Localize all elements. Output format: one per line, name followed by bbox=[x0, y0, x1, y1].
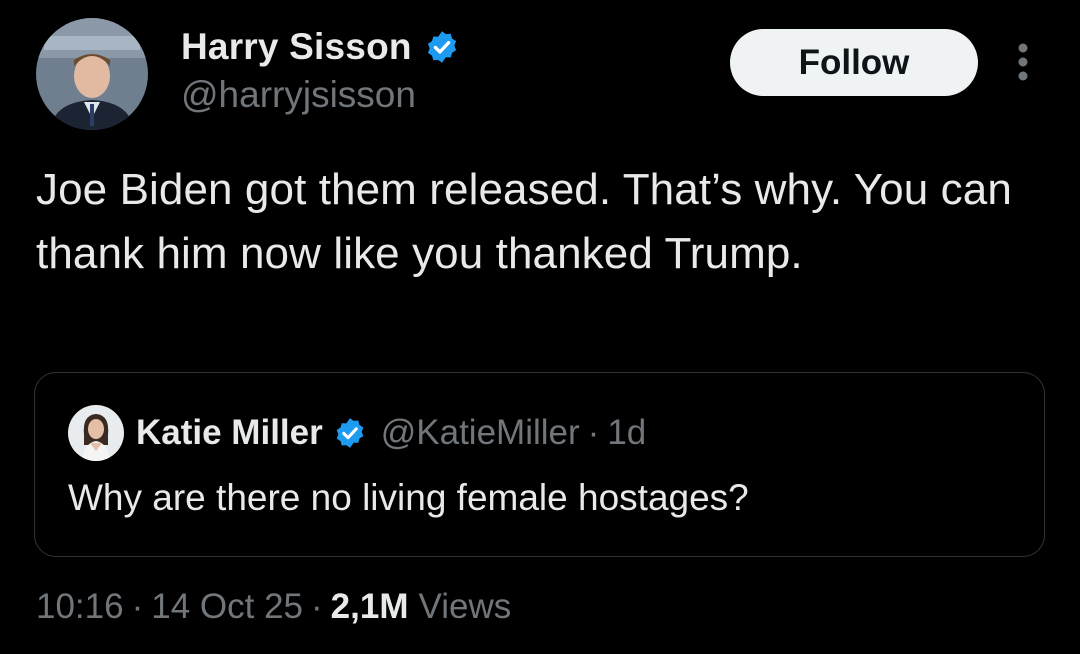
quoted-author-avatar bbox=[68, 405, 124, 461]
person-photo-avatar bbox=[68, 405, 124, 461]
tweet-text: Joe Biden got them released. That’s why.… bbox=[36, 165, 1012, 278]
quoted-tweet-header: Katie Miller @KatieMiller · 1d bbox=[68, 403, 646, 463]
views-count[interactable]: 2,1M bbox=[331, 587, 409, 627]
more-options-button[interactable] bbox=[1006, 38, 1040, 86]
author-handle[interactable]: @harryjsisson bbox=[181, 74, 416, 116]
follow-button[interactable]: Follow bbox=[730, 29, 978, 96]
quoted-author-handle[interactable]: @KatieMiller bbox=[381, 413, 580, 453]
person-photo-avatar bbox=[36, 18, 148, 130]
vertical-ellipsis-icon bbox=[1018, 43, 1028, 81]
views-label[interactable]: Views bbox=[418, 587, 511, 627]
tweet-meta-row: 10:16 · 14 Oct 25 · 2,1M Views bbox=[36, 582, 511, 632]
quoted-tweet-card[interactable]: Katie Miller @KatieMiller · 1d Why are t… bbox=[34, 372, 1045, 557]
meta-separator: · bbox=[131, 587, 144, 626]
quoted-tweet-text: Why are there no living female hostages? bbox=[68, 477, 749, 518]
author-display-name[interactable]: Harry Sisson bbox=[181, 26, 412, 68]
tweet-time[interactable]: 10:16 bbox=[36, 587, 124, 627]
author-name-row: Harry Sisson bbox=[181, 24, 460, 70]
quoted-tweet-time[interactable]: 1d bbox=[607, 413, 646, 453]
quoted-author-display-name[interactable]: Katie Miller bbox=[136, 413, 323, 453]
quoted-separator: · bbox=[587, 413, 600, 452]
author-avatar[interactable] bbox=[36, 18, 148, 130]
verified-badge-icon bbox=[424, 29, 460, 65]
meta-separator: · bbox=[311, 587, 323, 626]
tweet-date[interactable]: 14 Oct 25 bbox=[151, 587, 303, 627]
verified-badge-icon bbox=[333, 416, 367, 450]
